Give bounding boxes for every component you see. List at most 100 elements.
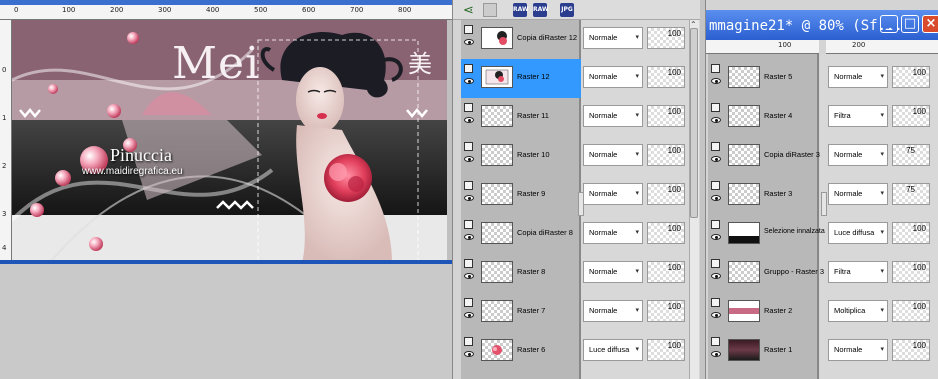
eye-icon[interactable]	[711, 156, 721, 162]
image-window-titlebar[interactable]: mmagine21* @ 80% (Sf... _ □ ×	[706, 10, 938, 40]
raw-icon[interactable]: RAW	[513, 3, 529, 17]
close-icon[interactable]: ×	[922, 15, 938, 33]
blend-mode-dropdown[interactable]: Normale	[828, 144, 888, 166]
eye-icon[interactable]	[711, 78, 721, 84]
layer-row[interactable]: Raster 5 Normale 100	[708, 59, 938, 98]
visibility-toggle[interactable]	[711, 64, 721, 92]
opacity-field[interactable]: 100	[892, 339, 930, 361]
layer-row[interactable]: Raster 7 Normale 100	[461, 293, 691, 332]
layer-row[interactable]: Gruppo - Raster 3 Filtra 100	[708, 254, 938, 293]
visibility-toggle[interactable]	[711, 298, 721, 326]
visibility-toggle[interactable]	[464, 259, 474, 287]
blend-mode-dropdown[interactable]: Normale	[828, 66, 888, 88]
blend-mode-dropdown[interactable]: Normale	[583, 183, 643, 205]
eye-icon[interactable]	[711, 273, 721, 279]
visibility-toggle[interactable]	[711, 142, 721, 170]
layer-group-icon[interactable]	[483, 3, 497, 17]
visibility-toggle[interactable]	[711, 220, 721, 248]
blend-mode-dropdown[interactable]: Filtra	[828, 105, 888, 127]
opacity-field[interactable]: 100	[647, 105, 685, 127]
layer-row[interactable]: Raster 8 Normale 100	[461, 254, 691, 293]
layer-row[interactable]: Raster 11 Normale 100	[461, 98, 691, 137]
canvas-window[interactable]: 100 200 300 400 500 600 700 800 0 0 1 2 …	[0, 0, 452, 379]
blend-mode-dropdown[interactable]: Filtra	[828, 261, 888, 283]
eye-icon[interactable]	[464, 234, 474, 240]
visibility-toggle[interactable]	[464, 103, 474, 131]
ruler-label: 500	[254, 6, 268, 14]
blend-mode-dropdown[interactable]: Normale	[583, 105, 643, 127]
visibility-toggle[interactable]	[464, 298, 474, 326]
visibility-toggle[interactable]	[711, 103, 721, 131]
visibility-toggle[interactable]	[464, 142, 474, 170]
layer-row[interactable]: Raster 4 Filtra 100	[708, 98, 938, 137]
eye-icon[interactable]	[464, 273, 474, 279]
opacity-field[interactable]: 100	[647, 300, 685, 322]
opacity-field[interactable]: 100	[647, 183, 685, 205]
layer-row[interactable]: Selezione innalzata Luce diffusa 100	[708, 215, 938, 254]
blend-mode-dropdown[interactable]: Luce diffusa	[583, 339, 643, 361]
opacity-field[interactable]: 100	[892, 222, 930, 244]
minimize-icon[interactable]: _	[880, 15, 898, 33]
opacity-field[interactable]: 100	[647, 339, 685, 361]
layer-row[interactable]: Raster 1 Normale 100	[708, 332, 938, 371]
raw-icon[interactable]: RAW	[533, 3, 549, 17]
layer-row[interactable]: Raster 6 Luce diffusa 100	[461, 332, 691, 371]
blend-mode-dropdown[interactable]: Normale	[828, 183, 888, 205]
layer-row[interactable]: Copia diRaster 3 Normale 75	[708, 137, 938, 176]
layer-row[interactable]: Copia diRaster 12 Normale 100	[461, 20, 691, 59]
layer-row[interactable]: Copia diRaster 8 Normale 100	[461, 215, 691, 254]
layer-row[interactable]: Raster 2 Moltiplica 100	[708, 293, 938, 332]
blend-mode-dropdown[interactable]: Normale	[583, 222, 643, 244]
blend-mode-dropdown[interactable]: Normale	[828, 339, 888, 361]
scrollbar-thumb[interactable]	[690, 28, 698, 218]
layer-row[interactable]: Raster 9 Normale 100	[461, 176, 691, 215]
opacity-field[interactable]: 100	[647, 66, 685, 88]
opacity-field[interactable]: 100	[892, 300, 930, 322]
visibility-toggle[interactable]	[464, 181, 474, 209]
blend-mode-dropdown[interactable]: Moltiplica	[828, 300, 888, 322]
eye-icon[interactable]	[464, 78, 474, 84]
visibility-toggle[interactable]	[464, 25, 474, 53]
opacity-field[interactable]: 75	[892, 183, 930, 205]
blend-mode-dropdown[interactable]: Normale	[583, 66, 643, 88]
opacity-field[interactable]: 100	[647, 261, 685, 283]
eye-icon[interactable]	[464, 312, 474, 318]
layer-row-selected[interactable]: Raster 12 Normale 100	[461, 59, 691, 98]
blend-mode-dropdown[interactable]: Normale	[583, 300, 643, 322]
artwork-canvas[interactable]: Mei 美 Pinuccia www.maidiregrafica.eu	[12, 20, 447, 263]
blend-mode-dropdown[interactable]: Normale	[583, 27, 643, 49]
eye-icon[interactable]	[711, 195, 721, 201]
eye-icon[interactable]	[711, 351, 721, 357]
opacity-field[interactable]: 100	[892, 261, 930, 283]
eye-icon[interactable]	[464, 39, 474, 45]
layer-row[interactable]: Raster 3 Normale 75	[708, 176, 938, 215]
scroll-up-icon[interactable]: ⌃	[690, 20, 697, 29]
blend-mode-dropdown[interactable]: Normale	[583, 144, 643, 166]
link-icon[interactable]: ⋖	[463, 2, 474, 18]
visibility-toggle[interactable]	[464, 337, 474, 365]
eye-icon[interactable]	[464, 156, 474, 162]
visibility-toggle[interactable]	[711, 181, 721, 209]
opacity-field[interactable]: 100	[647, 144, 685, 166]
blend-mode-dropdown[interactable]: Normale	[583, 261, 643, 283]
opacity-field[interactable]: 100	[892, 105, 930, 127]
opacity-field[interactable]: 100	[647, 222, 685, 244]
eye-icon[interactable]	[711, 234, 721, 240]
maximize-icon[interactable]: □	[901, 15, 919, 33]
eye-icon[interactable]	[464, 351, 474, 357]
visibility-toggle[interactable]	[711, 337, 721, 365]
opacity-field[interactable]: 75	[892, 144, 930, 166]
eye-icon[interactable]	[464, 195, 474, 201]
visibility-toggle[interactable]	[464, 220, 474, 248]
opacity-field[interactable]: 100	[647, 27, 685, 49]
visibility-toggle[interactable]	[464, 64, 474, 92]
opacity-field[interactable]: 100	[892, 66, 930, 88]
layer-row[interactable]: Raster 10 Normale 100	[461, 137, 691, 176]
visibility-toggle[interactable]	[711, 259, 721, 287]
blend-mode-dropdown[interactable]: Luce diffusa	[828, 222, 888, 244]
jpg-icon[interactable]: JPG	[560, 3, 574, 17]
eye-icon[interactable]	[711, 117, 721, 123]
eye-icon[interactable]	[464, 117, 474, 123]
eye-icon[interactable]	[711, 312, 721, 318]
horizontal-ruler: 100	[706, 40, 819, 54]
